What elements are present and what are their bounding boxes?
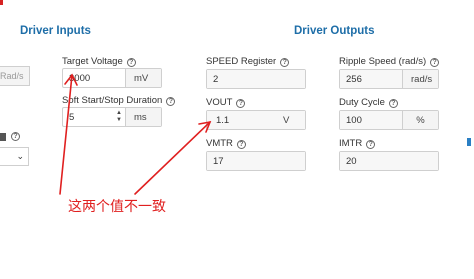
- driver-outputs-title: Driver Outputs: [294, 25, 375, 37]
- vmtr-field: 17: [206, 151, 306, 171]
- speed-register-field: 2: [206, 69, 306, 89]
- vout-unit: V: [275, 111, 305, 129]
- soft-start-label: Soft Start/Stop Duration?: [62, 95, 176, 106]
- ripple-speed-value: 256: [340, 70, 402, 88]
- duty-cycle-label: Duty Cycle?: [339, 97, 398, 108]
- imtr-field: 20: [339, 151, 439, 171]
- vout-field: 1.1 V: [206, 110, 306, 130]
- help-circle-icon[interactable]: ?: [126, 58, 136, 67]
- target-voltage-value[interactable]: 3000: [63, 69, 125, 87]
- ripple-speed-label: Ripple Speed (rad/s)?: [339, 56, 440, 67]
- vmtr-label: VMTR?: [206, 138, 246, 149]
- soft-start-value[interactable]: 5: [63, 108, 116, 126]
- help-circle-icon[interactable]: ?: [11, 132, 20, 141]
- number-spinner[interactable]: ▲ ▼: [116, 108, 125, 126]
- ripple-speed-unit: rad/s: [402, 70, 438, 88]
- help-circle-icon[interactable]: ?: [166, 97, 176, 106]
- annotation-text: 这两个值不一致: [68, 198, 166, 214]
- target-voltage-label: Target Voltage?: [62, 56, 136, 67]
- edge-marker: [0, 0, 3, 5]
- target-voltage-unit: mV: [125, 69, 161, 87]
- partial-input-field[interactable]: Rad/s: [0, 66, 30, 86]
- partial-label-icon: [0, 133, 6, 141]
- help-circle-icon[interactable]: ?: [430, 58, 440, 67]
- scroll-marker: [467, 138, 471, 146]
- arrow-to-target-voltage: [59, 74, 73, 195]
- vmtr-value: 17: [207, 152, 305, 170]
- imtr-value: 20: [340, 152, 438, 170]
- help-circle-icon[interactable]: ?: [366, 140, 376, 149]
- partial-input-unit: Rad/s: [0, 71, 24, 81]
- spinner-down-icon[interactable]: ▼: [116, 117, 122, 124]
- soft-start-unit: ms: [125, 108, 161, 126]
- duty-cycle-field: 100 %: [339, 110, 439, 130]
- soft-start-input[interactable]: 5 ▲ ▼ ms: [62, 107, 162, 127]
- target-voltage-input[interactable]: 3000 mV: [62, 68, 162, 88]
- vout-value: 1.1: [207, 111, 275, 129]
- duty-cycle-value: 100: [340, 111, 402, 129]
- help-circle-icon[interactable]: ?: [388, 99, 398, 108]
- help-circle-icon[interactable]: ?: [280, 58, 290, 67]
- imtr-label: IMTR?: [339, 138, 376, 149]
- help-circle-icon[interactable]: ?: [236, 99, 246, 108]
- vout-label: VOUT?: [206, 97, 246, 108]
- chevron-down-icon: ⌄: [16, 151, 24, 161]
- speed-register-value: 2: [207, 70, 305, 88]
- speed-register-label: SPEED Register?: [206, 56, 290, 67]
- duty-cycle-unit: %: [402, 111, 438, 129]
- partial-select-dropdown[interactable]: ⌄: [0, 147, 29, 166]
- ripple-speed-field: 256 rad/s: [339, 69, 439, 89]
- arrow-to-vout: [134, 121, 211, 195]
- driver-inputs-title: Driver Inputs: [20, 25, 91, 37]
- help-circle-icon[interactable]: ?: [236, 140, 246, 149]
- spinner-up-icon[interactable]: ▲: [116, 110, 122, 117]
